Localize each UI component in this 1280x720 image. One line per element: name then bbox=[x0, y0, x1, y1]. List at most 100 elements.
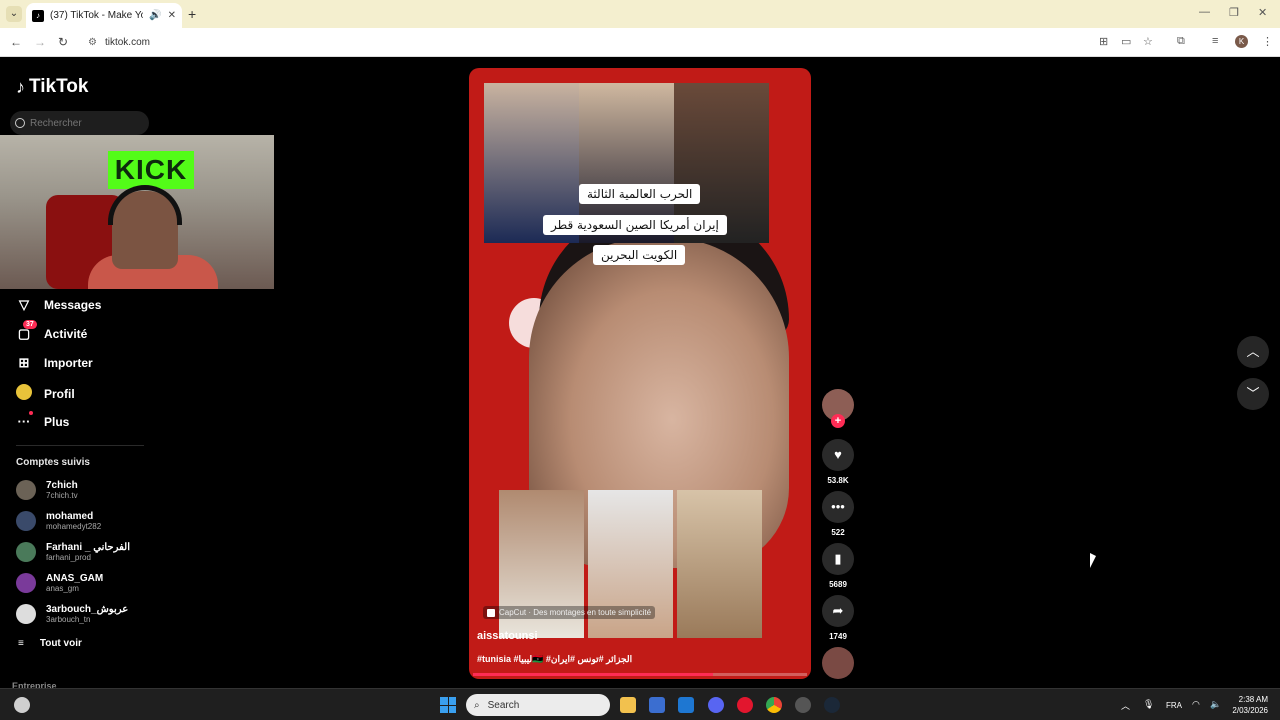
taskbar-search-placeholder: Search bbox=[487, 699, 520, 711]
video-author[interactable]: aissatounsi bbox=[477, 630, 538, 642]
search-box[interactable] bbox=[10, 111, 149, 135]
tiktok-note-icon: ♪ bbox=[16, 76, 25, 97]
browser-toolbar: ← → ↻ ⚙ tiktok.com ⊞ ▭ ☆ ⧉ ≡ ⋮ bbox=[0, 28, 1280, 57]
capcut-icon bbox=[487, 608, 495, 617]
opera-icon[interactable] bbox=[737, 697, 753, 713]
share-count: 1749 bbox=[829, 632, 847, 641]
menu-upload[interactable]: ⊞ Importer bbox=[16, 355, 93, 371]
menu-activity[interactable]: ▢ 37 Activité bbox=[16, 320, 87, 342]
browser-menu-icon[interactable]: ⋮ bbox=[1262, 35, 1273, 48]
share-button[interactable]: ➦ 1749 bbox=[822, 595, 854, 641]
list-icon: ≡ bbox=[18, 638, 24, 649]
followed-account[interactable]: 7chich 7chich.tv bbox=[16, 480, 78, 500]
video-player[interactable]: الحرب العالمية الثالثة إيران أمريكا الصي… bbox=[469, 68, 811, 679]
mail-icon[interactable] bbox=[678, 697, 694, 713]
comment-button[interactable]: ••• 522 bbox=[822, 491, 854, 537]
menu-messages[interactable]: ▽ Messages bbox=[16, 297, 101, 313]
following-section-title: Comptes suivis bbox=[16, 457, 90, 468]
more-dots-icon: ··· bbox=[16, 411, 33, 429]
url-text: tiktok.com bbox=[104, 37, 150, 48]
next-video-button[interactable]: ﹀ bbox=[1237, 378, 1269, 410]
cast-icon[interactable]: ▭ bbox=[1121, 35, 1131, 48]
microphone-icon[interactable]: 🎙 bbox=[1143, 699, 1154, 710]
steam-icon[interactable] bbox=[824, 697, 840, 713]
close-window-icon[interactable]: ✕ bbox=[1258, 6, 1267, 19]
wifi-icon[interactable]: ◠ bbox=[1192, 699, 1200, 710]
comment-count: 522 bbox=[831, 528, 845, 537]
taskbar-search[interactable]: ⌕ Search bbox=[466, 694, 610, 716]
account-name: Farhani _ الفرحاني bbox=[46, 542, 130, 553]
capcut-text: CapCut · Des montages en toute simplicit… bbox=[499, 608, 652, 617]
search-icon bbox=[15, 118, 25, 128]
tab-audio-icon[interactable]: 🔊 bbox=[149, 10, 161, 21]
tiktok-favicon-icon: ♪ bbox=[32, 9, 44, 22]
browser-profile-avatar[interactable]: K bbox=[1235, 35, 1248, 48]
search-input[interactable] bbox=[30, 117, 140, 129]
music-disc[interactable] bbox=[822, 647, 854, 679]
followed-account[interactable]: mohamed mohamedyt282 bbox=[16, 511, 101, 531]
save-button[interactable]: ▮ 5689 bbox=[822, 543, 854, 589]
inbox-icon: ▢ 37 bbox=[16, 320, 37, 342]
follow-button[interactable]: + bbox=[831, 414, 845, 428]
menu-label: Messages bbox=[44, 298, 102, 312]
back-icon[interactable]: ← bbox=[10, 35, 22, 49]
app-icon[interactable] bbox=[795, 697, 811, 713]
capcut-link[interactable]: CapCut · Des montages en toute simplicit… bbox=[483, 606, 656, 619]
windows-taskbar: ⌕ Search ︿ 🎙 FRA ◠ 🔈 2:38 AM 2/03/2026 bbox=[0, 688, 1280, 720]
menu-label: Plus bbox=[44, 414, 70, 429]
previous-video-button[interactable]: ︿ bbox=[1237, 336, 1269, 368]
followed-account[interactable]: Farhani _ الفرحاني farhani_prod bbox=[16, 542, 130, 562]
followed-account[interactable]: 3arbouch_عربوش 3arbouch_tn bbox=[16, 604, 128, 624]
new-tab-button[interactable]: + bbox=[188, 6, 196, 22]
widgets-icon[interactable] bbox=[14, 697, 30, 713]
file-explorer-icon[interactable] bbox=[620, 697, 636, 713]
site-info-icon[interactable]: ⚙ bbox=[88, 37, 97, 48]
mouse-cursor-icon bbox=[1090, 553, 1096, 568]
tiktok-logo[interactable]: ♪ TikTok bbox=[16, 76, 88, 98]
logo-text: TikTok bbox=[29, 76, 89, 97]
followed-account[interactable]: ANAS_GAM anas_gm bbox=[16, 573, 103, 593]
like-button[interactable]: ♥ 53.8K bbox=[822, 439, 854, 485]
see-all-link[interactable]: ≡ Tout voir bbox=[18, 638, 82, 649]
volume-icon[interactable]: 🔈 bbox=[1210, 699, 1221, 710]
caption-line: الحرب العالمية الثالثة bbox=[579, 184, 701, 204]
maximize-icon[interactable]: ❐ bbox=[1229, 6, 1239, 19]
tab-close-icon[interactable]: ✕ bbox=[168, 10, 176, 21]
kick-logo: KICK bbox=[108, 151, 194, 189]
minimize-icon[interactable]: — bbox=[1199, 6, 1210, 18]
translate-icon[interactable]: ⊞ bbox=[1099, 35, 1108, 48]
account-name: ANAS_GAM bbox=[46, 573, 104, 584]
reading-list-icon[interactable]: ≡ bbox=[1212, 35, 1218, 47]
clock-date: 2/03/2026 bbox=[1232, 706, 1268, 715]
reload-icon[interactable]: ↻ bbox=[58, 35, 68, 49]
webcam-overlay: KICK bbox=[0, 135, 274, 289]
comment-icon: ••• bbox=[822, 491, 854, 523]
tray-chevron-icon[interactable]: ︿ bbox=[1121, 699, 1130, 712]
tab-search-dropdown-icon[interactable]: ⌄ bbox=[6, 6, 22, 22]
start-button[interactable] bbox=[440, 697, 456, 713]
store-icon[interactable] bbox=[649, 697, 665, 713]
address-bar[interactable]: ⚙ tiktok.com bbox=[82, 32, 1162, 53]
avatar bbox=[16, 573, 36, 593]
menu-profile[interactable]: Profil bbox=[16, 384, 75, 403]
share-arrow-icon: ➦ bbox=[822, 595, 854, 627]
chrome-icon[interactable] bbox=[766, 697, 782, 713]
avatar bbox=[16, 604, 36, 624]
browser-tab-bar: ⌄ ♪ (37) TikTok - Make Your Day 🔊 ✕ + — … bbox=[0, 0, 1280, 28]
taskbar-clock[interactable]: 2:38 AM 2/03/2026 bbox=[1222, 694, 1268, 716]
menu-label: Profil bbox=[44, 386, 75, 401]
discord-icon[interactable] bbox=[708, 697, 724, 713]
avatar bbox=[16, 511, 36, 531]
menu-more[interactable]: ··· Plus bbox=[16, 411, 70, 429]
sidebar-divider bbox=[16, 445, 144, 446]
language-indicator[interactable]: FRA bbox=[1166, 701, 1182, 710]
forward-icon[interactable]: → bbox=[34, 35, 46, 49]
tab-title: (37) TikTok - Make Your Day bbox=[50, 10, 143, 21]
video-progress-bar[interactable] bbox=[473, 673, 807, 676]
clock-time: 2:38 AM bbox=[1238, 695, 1268, 704]
browser-tab[interactable]: ♪ (37) TikTok - Make Your Day 🔊 ✕ bbox=[26, 3, 182, 28]
video-hashtags[interactable]: #tunisia #ليبيا🇱🇾 #الجزائر #تونس #ايران bbox=[477, 654, 632, 665]
bookmark-star-icon[interactable]: ☆ bbox=[1143, 35, 1153, 48]
bookmark-icon: ▮ bbox=[822, 543, 854, 575]
extensions-icon[interactable]: ⧉ bbox=[1177, 35, 1185, 48]
